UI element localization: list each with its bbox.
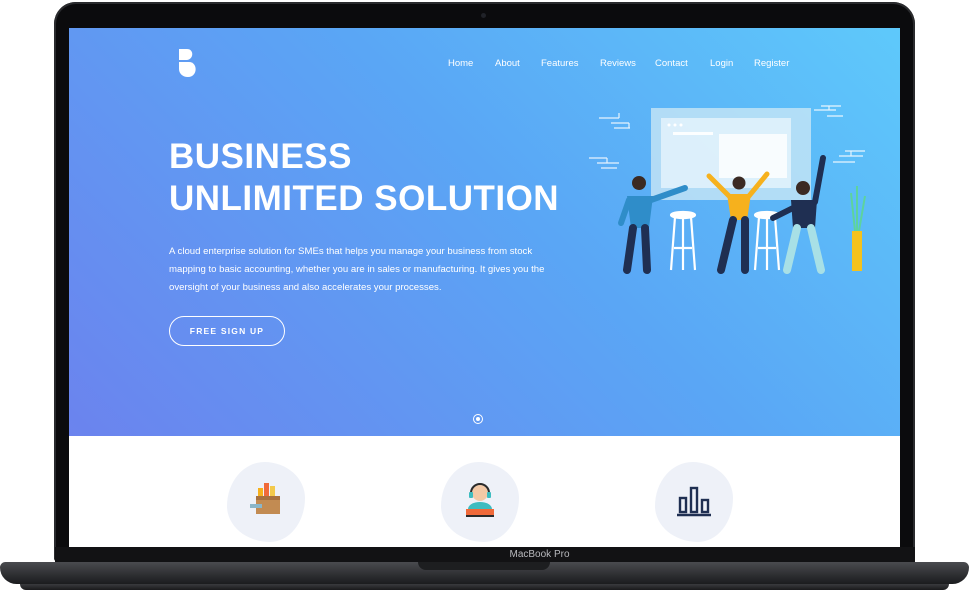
nav-about[interactable]: About: [495, 58, 520, 69]
laptop-base: MacBook Pro: [0, 547, 969, 610]
nav-login[interactable]: Login: [710, 58, 733, 69]
nav-reviews[interactable]: Reviews: [600, 58, 636, 69]
hero-title-line2: UNLIMITED SOLUTION: [169, 179, 560, 218]
hero-description: A cloud enterprise solution for SMEs tha…: [169, 246, 545, 293]
inventory-boxes-icon: [250, 483, 280, 514]
feature-blob-3: [655, 462, 733, 542]
laptop-feet: [20, 584, 949, 590]
screen-chin: MacBook Pro: [55, 547, 915, 563]
nav-register[interactable]: Register: [754, 58, 789, 69]
free-signup-button[interactable]: FREE SIGN UP: [169, 316, 285, 346]
website-screen: Home About Features Reviews Contact Logi…: [69, 28, 900, 547]
nav-contact[interactable]: Contact: [655, 58, 688, 69]
bar-chart-icon: [677, 486, 711, 517]
top-nav: Home About Features Reviews Contact Logi…: [69, 58, 900, 72]
nav-features[interactable]: Features: [541, 58, 579, 69]
carousel-dot[interactable]: [473, 414, 483, 424]
laptop-mockup: Home About Features Reviews Contact Logi…: [0, 0, 969, 610]
team-illustration: [589, 105, 866, 274]
device-brand-label: MacBook Pro: [509, 549, 570, 560]
hero-title: BUSINESS UNLIMITED SOLUTION: [169, 136, 559, 220]
features-section: [69, 436, 900, 547]
feature-blob-2: [441, 462, 519, 542]
nav-home[interactable]: Home: [448, 58, 473, 69]
hinge-notch: [418, 562, 550, 570]
support-agent-icon: [466, 483, 494, 517]
webcam: [481, 13, 486, 18]
feature-blob-1: [227, 462, 305, 542]
hero-title-line1: BUSINESS: [169, 137, 352, 176]
hero-section: Home About Features Reviews Contact Logi…: [69, 28, 900, 436]
